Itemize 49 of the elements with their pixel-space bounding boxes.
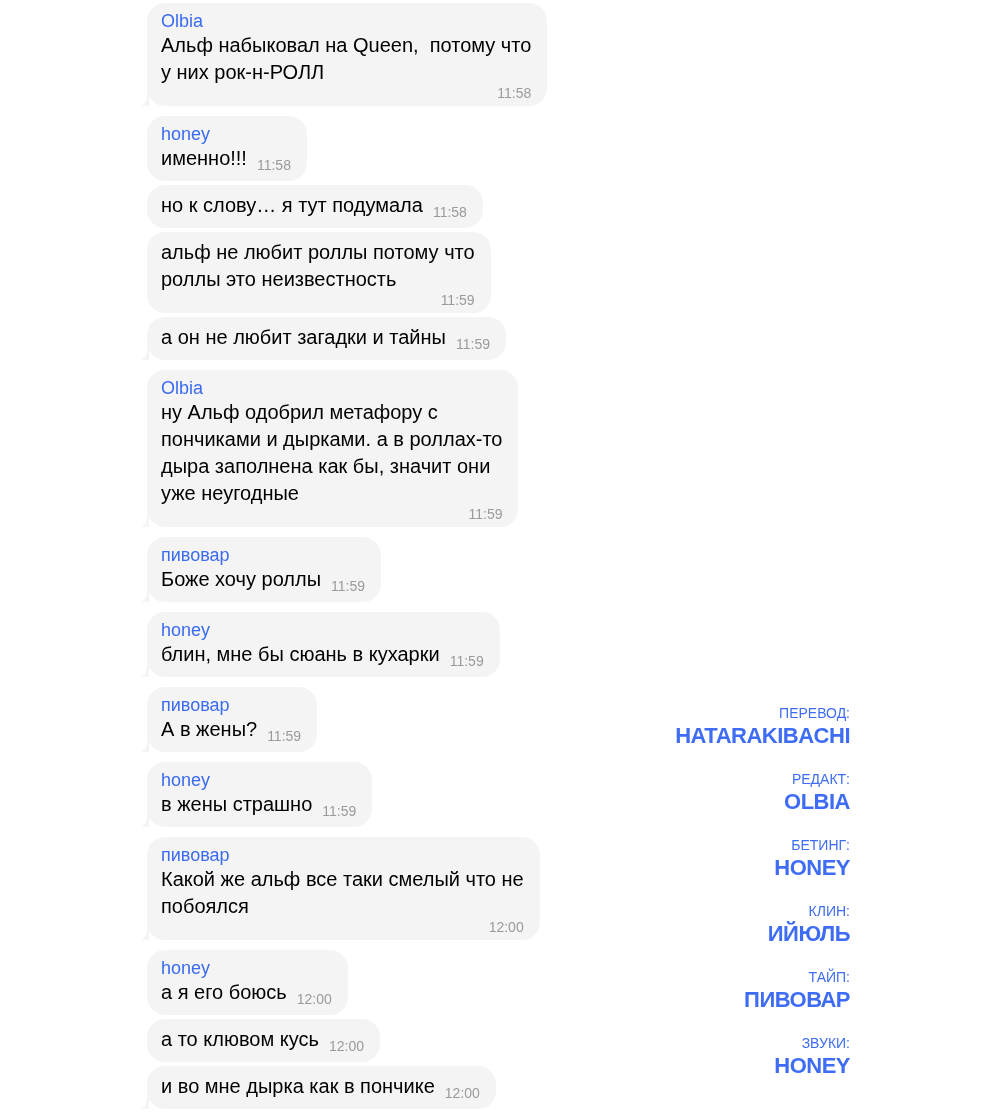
credit-role: ЗВУКИ: (801, 1035, 850, 1051)
message-text: именно!!! (161, 147, 247, 169)
message-text: и во мне дырка как в пончике (161, 1075, 435, 1097)
sender-name: пивовар (161, 844, 231, 866)
message-time: 11:59 (468, 507, 503, 522)
sender-name: пивовар (161, 694, 231, 716)
sender-name: Olbia (161, 10, 205, 32)
sender-name: honey (161, 769, 212, 791)
credit-role: ТАЙП: (808, 969, 850, 985)
message-time: 11:59 (455, 336, 490, 352)
message-time: 11:59 (322, 803, 357, 819)
message-text: а он не любит загадки и тайны (161, 326, 446, 348)
credit-name: HONEY (774, 1052, 850, 1080)
message-text: блин, мне бы сюань в кухарки (161, 643, 440, 665)
message-text: в жены страшно (161, 793, 313, 815)
sender-name: honey (161, 619, 212, 641)
message-text: А в жены? (161, 718, 258, 740)
message-time: 11:59 (449, 653, 484, 669)
credit-role: РЕДАКТ: (791, 771, 850, 787)
sender-name: пивовар (161, 544, 231, 566)
message-time: 11:59 (440, 293, 475, 308)
message-text: ну Альф одобрил метафору с пончиками и дырками. а в роллах-то дыра заполнена как бы, значит они уже неугодные (161, 400, 503, 506)
message-text: но к слову… я тут подумала (161, 194, 423, 216)
message-text: Какой же альф все таки смелый что не побоялся (161, 867, 524, 919)
message-time: 11:58 (256, 157, 291, 173)
credit-role: БЕТИНГ: (791, 837, 850, 853)
message-text: альф не любит роллы потому что роллы это неизвестность (161, 240, 475, 292)
message-time: 12:00 (488, 920, 524, 935)
credit-name: ИЙЮЛЬ (767, 920, 850, 948)
credit-role: ПЕРЕВОД: (779, 705, 850, 721)
message-text: Боже хочу роллы (161, 568, 322, 590)
credit-role: КЛИН: (808, 903, 850, 919)
credit-name: HONEY (774, 854, 850, 882)
message-time: 11:59 (331, 578, 366, 594)
message-time: 12:00 (444, 1085, 480, 1101)
message-time: 12:00 (328, 1038, 364, 1054)
sender-name: honey (161, 123, 212, 145)
message-time: 11:58 (497, 86, 532, 101)
message-text: а я его боюсь (161, 981, 287, 1003)
sender-name: honey (161, 957, 212, 979)
message-time: 11:58 (432, 204, 467, 220)
message-text: Альф набыковал на Queen, потому что у них рок-н-РОЛЛ (161, 33, 532, 85)
credit-name: ПИВОВАР (744, 986, 850, 1014)
sender-name: Olbia (161, 377, 205, 399)
message-time: 11:59 (267, 728, 302, 744)
message-text: а то клювом кусь (161, 1028, 319, 1050)
credit-name: HATARAKIBACHI (675, 722, 850, 750)
message-time: 12:00 (296, 991, 332, 1007)
credit-name: OLBIA (784, 788, 850, 816)
